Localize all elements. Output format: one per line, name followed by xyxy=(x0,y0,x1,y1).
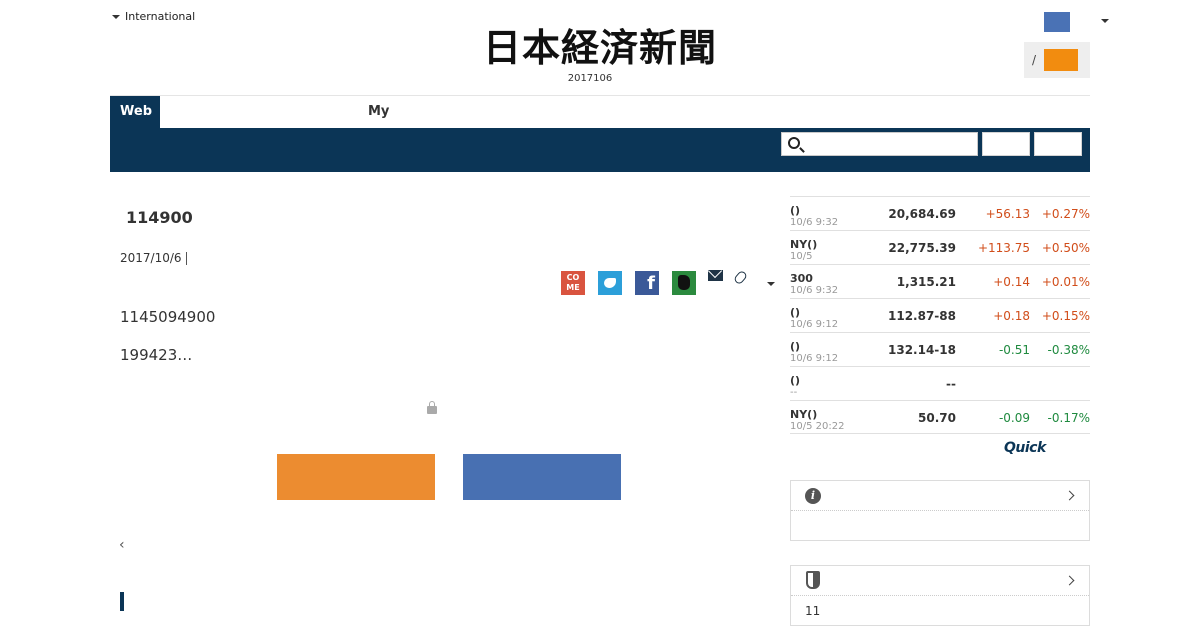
market-time: 10/6 9:12 xyxy=(790,353,839,364)
market-name: () xyxy=(790,340,801,353)
language-flag-icon[interactable] xyxy=(1044,12,1070,32)
tab-my[interactable]: My xyxy=(368,104,389,119)
subscribe-button[interactable] xyxy=(277,454,435,500)
market-time: 10/5 xyxy=(790,251,813,262)
market-change: +56.13 xyxy=(985,207,1030,221)
market-time: 10/6 9:32 xyxy=(790,285,839,296)
edition-label: International xyxy=(125,10,196,23)
market-percent: -0.38% xyxy=(1047,343,1090,357)
language-caret-down-icon[interactable] xyxy=(1101,19,1109,23)
market-value: -- xyxy=(946,377,956,391)
market-change: +0.14 xyxy=(993,275,1030,289)
market-row[interactable]: NY() 10/5 22,775.39 +113.75 +0.50% xyxy=(790,230,1090,264)
back-chevron-icon[interactable]: ‹ xyxy=(119,537,125,553)
market-time: 10/6 9:32 xyxy=(790,217,839,228)
market-value: 20,684.69 xyxy=(888,207,956,221)
article-title: 114900 xyxy=(126,208,193,227)
market-name: () xyxy=(790,306,801,319)
market-time: 10/6 9:12 xyxy=(790,319,839,330)
mail-icon[interactable] xyxy=(708,270,723,281)
market-percent: -0.17% xyxy=(1047,411,1090,425)
chevron-right-icon[interactable] xyxy=(1064,575,1075,586)
market-time: -- xyxy=(790,387,798,398)
article-date-line: 2017/10/6 xyxy=(120,251,187,265)
beginner-mark-icon xyxy=(806,571,820,589)
info-box[interactable]: i xyxy=(790,480,1090,541)
market-change: -0.09 xyxy=(998,411,1030,425)
beginner-box-text: 11 xyxy=(805,604,821,618)
comment-icon: CO ME xyxy=(566,273,580,292)
market-value: 50.70 xyxy=(918,411,956,425)
market-percent: +0.50% xyxy=(1041,241,1090,255)
market-name: NY() xyxy=(790,238,818,251)
evernote-share-icon[interactable] xyxy=(672,271,696,295)
nav-button-2[interactable] xyxy=(1034,132,1082,156)
clip-icon[interactable] xyxy=(732,269,749,286)
date-divider xyxy=(185,252,187,265)
edition-selector[interactable]: International xyxy=(112,10,195,23)
market-value: 132.14-18 xyxy=(888,343,956,357)
market-name: () xyxy=(790,204,801,217)
market-row[interactable]: () 10/6 9:12 132.14-18 -0.51 -0.38% xyxy=(790,332,1090,366)
site-logo[interactable]: 日本経済新聞 xyxy=(455,28,745,68)
search-icon[interactable] xyxy=(788,137,800,149)
share-more-caret-icon[interactable] xyxy=(767,282,775,286)
header-date: 2017106 xyxy=(567,73,613,84)
market-time: 10/5 20:22 xyxy=(790,421,845,432)
market-row[interactable]: 300 10/6 9:32 1,315.21 +0.14 +0.01% xyxy=(790,264,1090,298)
search-box[interactable] xyxy=(781,132,978,156)
market-row[interactable]: NY() 10/5 20:22 50.70 -0.09 -0.17% xyxy=(790,400,1090,434)
caret-down-icon xyxy=(112,14,120,19)
beginner-box[interactable]: 11 xyxy=(790,565,1090,626)
article-body-line-2: 199423… xyxy=(120,346,193,364)
market-data-panel: () 10/6 9:32 20,684.69 +56.13 +0.27% NY() 10/5… xyxy=(790,196,1090,434)
market-name: () xyxy=(790,374,801,387)
market-name: NY() xyxy=(790,408,818,421)
header-divider xyxy=(110,95,1090,96)
login-register-box[interactable]: / xyxy=(1024,42,1090,78)
beginner-box-header[interactable] xyxy=(791,566,1089,596)
market-percent: +0.15% xyxy=(1041,309,1090,323)
market-value: 1,315.21 xyxy=(896,275,956,289)
lock-icon xyxy=(427,401,437,414)
login-separator: / xyxy=(1032,53,1037,67)
chevron-right-icon[interactable] xyxy=(1064,490,1075,501)
market-value: 22,775.39 xyxy=(888,241,956,255)
market-percent: +0.27% xyxy=(1041,207,1090,221)
info-box-header[interactable]: i xyxy=(791,481,1089,511)
market-change: -0.51 xyxy=(998,343,1030,357)
market-row[interactable]: () -- -- xyxy=(790,366,1090,400)
twitter-share-icon[interactable] xyxy=(598,271,622,295)
login-button[interactable] xyxy=(463,454,621,500)
quick-logo[interactable]: Quick xyxy=(1004,440,1046,456)
facebook-share-icon[interactable]: f xyxy=(635,271,659,295)
market-percent: +0.01% xyxy=(1041,275,1090,289)
section-heading-bar xyxy=(120,592,124,611)
market-change: +113.75 xyxy=(977,241,1030,255)
market-change: +0.18 xyxy=(993,309,1030,323)
market-value: 112.87-88 xyxy=(888,309,956,323)
register-button[interactable] xyxy=(1044,49,1079,71)
facebook-letter: f xyxy=(647,273,655,294)
comment-share-button[interactable]: CO ME xyxy=(561,271,585,295)
tab-web[interactable]: Web xyxy=(110,96,160,128)
article-body-line-1: 1145094900 xyxy=(120,308,216,326)
article-date: 2017/10/6 xyxy=(120,251,182,265)
nav-button-1[interactable] xyxy=(982,132,1030,156)
market-row[interactable]: () 10/6 9:32 20,684.69 +56.13 +0.27% xyxy=(790,196,1090,230)
search-input[interactable] xyxy=(808,135,973,153)
info-icon: i xyxy=(805,488,821,504)
market-name: 300 xyxy=(790,272,813,285)
market-row[interactable]: () 10/6 9:12 112.87-88 +0.18 +0.15% xyxy=(790,298,1090,332)
